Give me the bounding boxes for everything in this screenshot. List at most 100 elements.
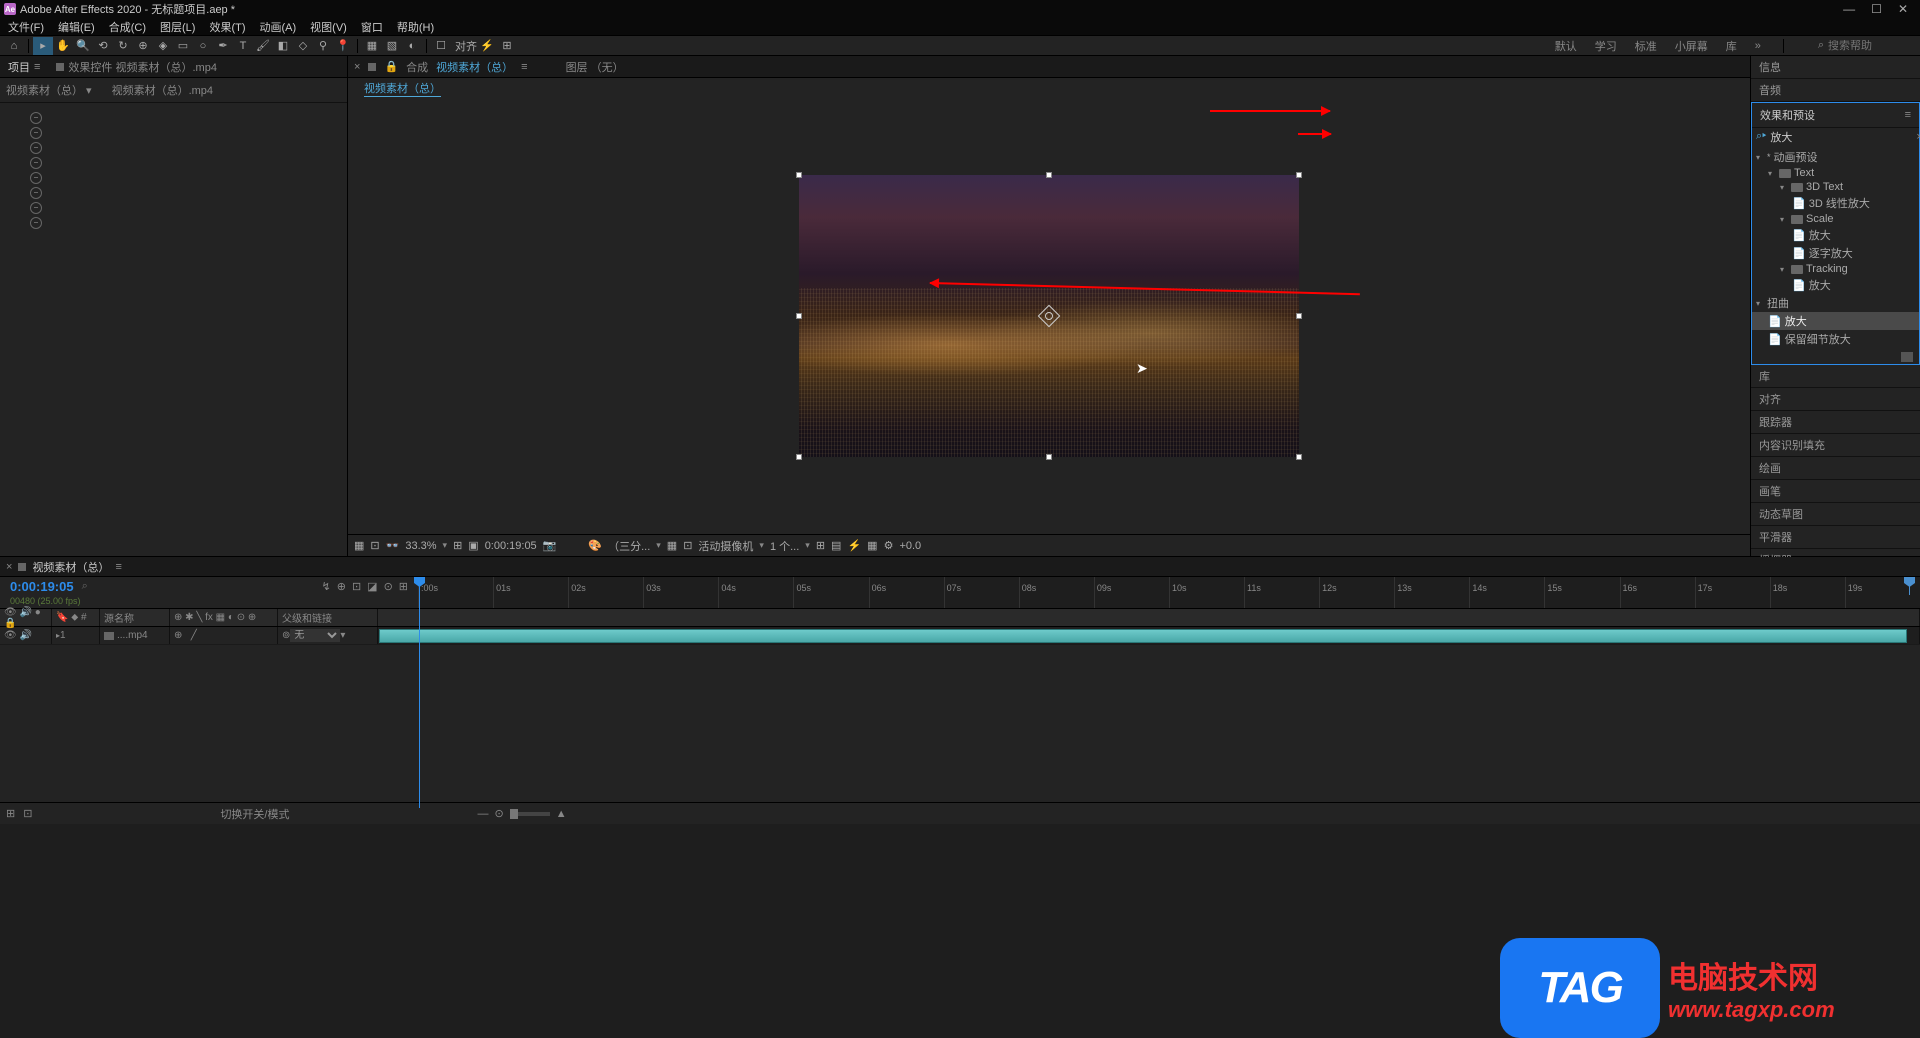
pen-tool[interactable]: ✒ bbox=[213, 37, 233, 55]
video-frame[interactable]: ➤ bbox=[799, 175, 1299, 457]
close-tab-icon[interactable]: × bbox=[6, 561, 12, 573]
grid-icon[interactable]: ▦ bbox=[667, 539, 677, 552]
resize-handle[interactable] bbox=[796, 454, 802, 460]
menu-help[interactable]: 帮助(H) bbox=[393, 19, 438, 35]
toggle-switches-icon[interactable]: ⊞ bbox=[6, 807, 15, 820]
resize-handle[interactable] bbox=[1046, 172, 1052, 178]
panel-menu-icon[interactable]: ≡ bbox=[521, 61, 527, 73]
col-source-name[interactable]: 源名称 bbox=[100, 609, 170, 626]
channel-icon[interactable]: ⊡ bbox=[370, 539, 379, 552]
timeline-timecode[interactable]: 0:00:19:05 bbox=[10, 579, 74, 594]
timeline-ruler[interactable]: :00s01s02s03s04s05s06s07s08s09s10s11s12s… bbox=[418, 577, 1920, 608]
panel-info[interactable]: 信息 bbox=[1751, 56, 1920, 79]
pixel-ratio-icon[interactable]: ▤ bbox=[831, 539, 841, 552]
fill-icon[interactable]: ▦ bbox=[362, 37, 382, 55]
playhead[interactable] bbox=[419, 577, 420, 808]
workspace-standard[interactable]: 标准 bbox=[1635, 38, 1657, 54]
tree-effect-tracking-zoom[interactable]: 📄放大 bbox=[1752, 276, 1919, 294]
menu-effect[interactable]: 效果(T) bbox=[205, 19, 249, 35]
views-dropdown[interactable]: 1 个... bbox=[770, 538, 799, 554]
timeline-icon[interactable]: ▦ bbox=[867, 539, 877, 552]
panel-menu-icon[interactable]: ≡ bbox=[115, 561, 121, 573]
effects-search-input[interactable] bbox=[1770, 131, 1912, 143]
panel-tracker[interactable]: 跟踪器 bbox=[1751, 411, 1920, 434]
menu-layer[interactable]: 图层(L) bbox=[156, 19, 199, 35]
toggle-switches-label[interactable]: 切换开关/模式 bbox=[220, 806, 289, 822]
mask-icon[interactable]: 👓 bbox=[386, 539, 400, 552]
resize-handle[interactable] bbox=[1296, 454, 1302, 460]
tree-effect-3d-linear[interactable]: 📄3D 线性放大 bbox=[1752, 194, 1919, 212]
tl-tool-icon[interactable]: ⊞ bbox=[399, 580, 408, 593]
color-mgmt-icon[interactable]: 🎨 bbox=[588, 539, 602, 552]
panel-library[interactable]: 库 bbox=[1751, 365, 1920, 388]
col-shy[interactable]: 🔖 ⬥ # bbox=[52, 609, 100, 626]
puppet-tool[interactable]: 📍 bbox=[333, 37, 353, 55]
eraser-tool[interactable]: ◇ bbox=[293, 37, 313, 55]
alpha-toggle-icon[interactable]: ▦ bbox=[354, 539, 364, 552]
panel-paint[interactable]: 绘画 bbox=[1751, 457, 1920, 480]
rect-tool[interactable]: ▭ bbox=[173, 37, 193, 55]
panel-align[interactable]: 对齐 bbox=[1751, 388, 1920, 411]
menu-composition[interactable]: 合成(C) bbox=[105, 19, 150, 35]
tree-effect-char-scale[interactable]: 📄逐字放大 bbox=[1752, 244, 1919, 262]
home-tool[interactable]: ⌂ bbox=[4, 37, 24, 55]
composition-viewer[interactable]: ➤ bbox=[348, 98, 1750, 534]
rotate-tool[interactable]: ↻ bbox=[113, 37, 133, 55]
stopwatch-icon[interactable] bbox=[30, 142, 42, 154]
view-option-icon[interactable]: ⊞ bbox=[816, 539, 825, 552]
tl-tool-icon[interactable]: ◪ bbox=[367, 580, 377, 593]
resolution-icon[interactable]: ⊞ bbox=[453, 539, 462, 552]
roto-tool[interactable]: ⚲ bbox=[313, 37, 333, 55]
brush-tool[interactable]: 🖌 bbox=[253, 37, 273, 55]
resize-handle[interactable] bbox=[796, 313, 802, 319]
tree-tracking[interactable]: ▾Tracking bbox=[1752, 262, 1919, 276]
comp-breadcrumb-name[interactable]: 视频素材（总） bbox=[364, 80, 441, 97]
lock-icon[interactable]: 🔒 bbox=[384, 60, 398, 73]
workspace-library[interactable]: 库 bbox=[1726, 38, 1737, 54]
mode-icon[interactable]: ◐ bbox=[402, 37, 422, 55]
project-comp-name[interactable]: 视频素材（总） ▾ bbox=[6, 82, 92, 98]
fast-preview-icon[interactable]: ⚡ bbox=[847, 539, 861, 552]
orbit-tool[interactable]: ⟲ bbox=[93, 37, 113, 55]
roi-icon[interactable]: ▣ bbox=[468, 539, 478, 552]
stopwatch-icon[interactable] bbox=[30, 217, 42, 229]
new-bin-icon[interactable] bbox=[1901, 352, 1913, 362]
stopwatch-icon[interactable] bbox=[30, 202, 42, 214]
tl-tool-icon[interactable]: ⊙ bbox=[384, 580, 393, 593]
zoom-out-icon[interactable]: — bbox=[478, 808, 489, 820]
help-search-input[interactable] bbox=[1828, 40, 1908, 52]
tree-effect-detail-preserve[interactable]: 📄保留细节放大 bbox=[1752, 330, 1919, 348]
panel-motion-sketch[interactable]: 动态草图 bbox=[1751, 503, 1920, 526]
close-tab-icon[interactable]: × bbox=[354, 61, 360, 73]
menu-view[interactable]: 视图(V) bbox=[306, 19, 351, 35]
timeline-layer-row[interactable]: 👁 🔊 ▸ 1 ....mp4 ⊕ ╱ ⊚ 无 ▾ bbox=[0, 627, 1920, 645]
panel-brush[interactable]: 画笔 bbox=[1751, 480, 1920, 503]
toggle-modes-icon[interactable]: ⊡ bbox=[23, 807, 32, 820]
quality-dropdown[interactable]: （三分... bbox=[608, 538, 650, 554]
menu-file[interactable]: 文件(F) bbox=[4, 19, 48, 35]
pan-behind-tool[interactable]: ◈ bbox=[153, 37, 173, 55]
tree-effect-scale[interactable]: 📄放大 bbox=[1752, 226, 1919, 244]
project-source-item[interactable]: 视频素材（总）.mp4 bbox=[112, 82, 213, 98]
maximize-button[interactable]: ☐ bbox=[1871, 2, 1882, 16]
zoom-level[interactable]: 33.3% bbox=[405, 540, 436, 552]
tree-distort[interactable]: ▾扭曲 bbox=[1752, 294, 1919, 312]
camera-dropdown[interactable]: 活动摄像机 bbox=[698, 538, 753, 554]
guides-icon[interactable]: ⊡ bbox=[683, 539, 692, 552]
tree-effect-magnify[interactable]: 📄放大 bbox=[1752, 312, 1919, 330]
resize-handle[interactable] bbox=[1296, 313, 1302, 319]
playhead-end[interactable] bbox=[1909, 577, 1910, 595]
text-tool[interactable]: T bbox=[233, 37, 253, 55]
tab-project[interactable]: 项目≡ bbox=[4, 57, 44, 77]
menu-edit[interactable]: 编辑(E) bbox=[54, 19, 99, 35]
tree-3d-text[interactable]: ▾3D Text bbox=[1752, 180, 1919, 194]
effects-title[interactable]: 效果和预设 bbox=[1760, 107, 1815, 123]
snap-checkbox[interactable]: ☐ bbox=[431, 37, 451, 55]
col-av[interactable]: 👁 🔊 ● 🔒 bbox=[0, 609, 52, 626]
stopwatch-icon[interactable] bbox=[30, 187, 42, 199]
timeline-search-icon[interactable]: ⌕ bbox=[82, 580, 88, 593]
tab-effect-controls[interactable]: 效果控件 视频素材（总）.mp4 bbox=[52, 57, 221, 77]
comp-name[interactable]: 视频素材（总） bbox=[436, 59, 513, 75]
camera-tool[interactable]: ⊕ bbox=[133, 37, 153, 55]
menu-window[interactable]: 窗口 bbox=[357, 19, 387, 35]
